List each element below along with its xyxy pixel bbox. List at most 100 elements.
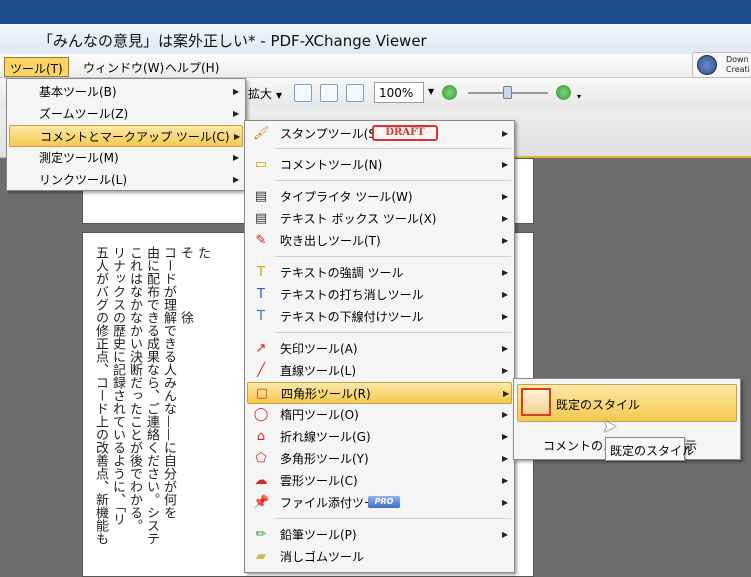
download-globe-icon bbox=[697, 55, 717, 75]
comment-menu-item-label: テキストの下線付けツール bbox=[280, 310, 424, 324]
menu-window[interactable]: ウィンドウ(W) bbox=[78, 57, 169, 77]
comment-menu-item-label: 消しゴムツール bbox=[280, 550, 365, 564]
tools-menu-item-label: コメントとマークアップ ツール(C) bbox=[40, 130, 230, 144]
attachment-pin-icon: 📌 bbox=[253, 495, 270, 510]
window-title: 「みんなの意見」は案外正しい* - PDF-XChange Viewer bbox=[38, 32, 427, 50]
menu-separator bbox=[275, 332, 511, 333]
comment-menu-item-label: 矢印ツール(A) bbox=[280, 342, 358, 356]
textbox-icon: ▤ bbox=[254, 211, 268, 226]
actual-size-icon[interactable] bbox=[294, 84, 312, 102]
comment-menu-item-label: 四角形ツール(R) bbox=[281, 387, 371, 401]
window-top-strip bbox=[0, 0, 751, 24]
tools-menu-item[interactable]: コメントとマークアップ ツール(C) ▶ bbox=[9, 125, 243, 147]
zoom-label[interactable]: 拡大 ▼ bbox=[248, 85, 282, 102]
underline-icon: T bbox=[257, 309, 265, 324]
comment-menu-item-label: スタンプツール(S) bbox=[280, 127, 381, 141]
pencil-icon: ✏ bbox=[255, 527, 267, 542]
comment-menu-item[interactable]: ▤ テキスト ボックス ツール(X) ▶ bbox=[247, 208, 512, 230]
comment-menu-item[interactable]: ▭ コメントツール(N) ▶ bbox=[247, 154, 512, 176]
draft-stamp-preview: DRAFT bbox=[372, 125, 438, 141]
callout-icon: ✎ bbox=[255, 233, 267, 248]
menu-tools[interactable]: ツール(T) bbox=[4, 57, 69, 77]
comment-menu-item[interactable]: ⬠ 多角形ツール(Y) ▶ bbox=[247, 448, 512, 470]
cloud-tool-icon: ☁ bbox=[254, 473, 268, 488]
fit-width-icon[interactable] bbox=[346, 84, 364, 102]
menu-separator bbox=[275, 518, 511, 519]
zoom-in-icon[interactable] bbox=[556, 85, 571, 100]
comment-menu-item-label: タイプライタ ツール(W) bbox=[280, 190, 413, 204]
submenu-arrow-icon: ▶ bbox=[502, 344, 509, 353]
mouse-cursor-icon: ➤ bbox=[602, 416, 618, 437]
tools-menu-item[interactable]: 測定ツール(M) ▶ bbox=[9, 147, 243, 169]
comment-menu-item[interactable]: ⌂ 折れ線ツール(G) ▶ bbox=[247, 426, 512, 448]
comment-menu-item-label: コメントツール(N) bbox=[280, 158, 383, 172]
comment-menu-item[interactable]: ◯ 楕円ツール(O) ▶ bbox=[247, 404, 512, 426]
tools-menu-item-label: 基本ツール(B) bbox=[39, 85, 117, 99]
menu-separator bbox=[275, 180, 511, 181]
tools-menu-item[interactable]: リンクツール(L) ▶ bbox=[9, 169, 243, 191]
submenu-arrow-icon: ▶ bbox=[503, 389, 510, 398]
submenu-arrow-icon: ▶ bbox=[502, 160, 509, 169]
tools-menu: 基本ツール(B) ▶ ズームツール(Z) ▶ コメントとマークアップ ツール(C) ▶ 測定… bbox=[6, 78, 246, 191]
menu-separator bbox=[275, 256, 511, 257]
comment-menu-item-label: テキストの打ち消しツール bbox=[280, 288, 424, 302]
zoom-slider-thumb[interactable] bbox=[503, 86, 512, 99]
tools-menu-item[interactable]: 基本ツール(B) ▶ bbox=[9, 81, 243, 103]
fit-page-icon[interactable] bbox=[320, 84, 338, 102]
strikeout-icon: T bbox=[257, 287, 265, 302]
rectangle-style-swatch bbox=[521, 388, 551, 416]
comment-menu-item-label: 吹き出しツール(T) bbox=[280, 234, 381, 248]
arrow-tool-icon: ↗ bbox=[255, 341, 267, 356]
tooltip: 既定のスタイル bbox=[605, 437, 694, 461]
submenu-arrow-icon: ▶ bbox=[233, 175, 240, 184]
comment-menu-item[interactable]: ✏ 鉛筆ツール(P) ▶ bbox=[247, 524, 512, 546]
note-icon: ▭ bbox=[254, 157, 268, 172]
comment-menu-item-label: テキストの強調 ツール bbox=[280, 266, 404, 280]
submenu-arrow-icon: ▶ bbox=[502, 129, 509, 138]
comment-menu-item[interactable]: ▤ タイプライタ ツール(W) ▶ bbox=[247, 186, 512, 208]
submenu-arrow-icon: ▶ bbox=[502, 268, 509, 277]
comment-menu-item[interactable]: ▢ 四角形ツール(R) ▶ bbox=[247, 382, 512, 404]
comment-menu-item-label: テキスト ボックス ツール(X) bbox=[280, 212, 437, 226]
zoom-input[interactable]: 100% bbox=[374, 82, 424, 103]
menu-help[interactable]: ヘルプ(H) bbox=[160, 57, 224, 77]
polyline-tool-icon: ⌂ bbox=[256, 429, 266, 444]
submenu-arrow-icon: ▶ bbox=[502, 290, 509, 299]
rectangle-tool-icon: ▢ bbox=[255, 386, 269, 401]
highlight-text-icon: T bbox=[257, 265, 265, 280]
comment-menu-item-label: 楕円ツール(O) bbox=[280, 408, 359, 422]
comment-menu-item[interactable]: T テキストの強調 ツール ▶ bbox=[247, 262, 512, 284]
submenu-arrow-icon: ▶ bbox=[502, 530, 509, 539]
submenu-arrow-icon: ▶ bbox=[502, 476, 509, 485]
comment-menu-item-label: 折れ線ツール(G) bbox=[280, 430, 371, 444]
typewriter-icon: ▤ bbox=[254, 189, 268, 204]
tools-menu-item-label: リンクツール(L) bbox=[39, 173, 128, 187]
comment-menu-item[interactable]: ✎ 吹き出しツール(T) ▶ bbox=[247, 230, 512, 252]
zoom-out-icon[interactable] bbox=[442, 85, 457, 100]
pro-badge: PRO bbox=[368, 496, 400, 508]
comment-menu-item[interactable]: ▰ 消しゴムツール bbox=[247, 546, 512, 568]
rect-submenu-default-label: 既定のスタイル bbox=[556, 398, 641, 412]
stamp-icon: 🖌 bbox=[253, 126, 270, 141]
submenu-arrow-icon: ▶ bbox=[502, 312, 509, 321]
submenu-arrow-icon: ▶ bbox=[502, 454, 509, 463]
eraser-icon: ▰ bbox=[256, 549, 266, 564]
comment-menu-item[interactable]: ╱ 直線ツール(L) ▶ bbox=[247, 360, 512, 382]
zoom-value-dropdown-icon[interactable]: ▼ bbox=[428, 87, 434, 96]
comment-menu-item[interactable]: T テキストの打ち消しツール ▶ bbox=[247, 284, 512, 306]
submenu-arrow-icon: ▶ bbox=[233, 109, 240, 118]
comment-menu-item[interactable]: T テキストの下線付けツール ▶ bbox=[247, 306, 512, 328]
zoom-dropdown-icon: ▼ bbox=[275, 91, 282, 100]
toolbar-accent-line bbox=[513, 156, 751, 158]
document-vertical-text: た そ 徐 コードが理解できる人みんな——に自分が何を 由に配布できる成果なら、… bbox=[93, 246, 210, 545]
tools-menu-item[interactable]: ズームツール(Z) ▶ bbox=[9, 103, 243, 125]
comment-menu-item-label: 多角形ツール(Y) bbox=[280, 452, 369, 466]
comment-menu-item-label: 雲形ツール(C) bbox=[280, 474, 358, 488]
submenu-arrow-icon: ▶ bbox=[502, 192, 509, 201]
toolbar-overflow-icon[interactable]: ▾ bbox=[577, 92, 581, 101]
submenu-arrow-icon: ▶ bbox=[502, 236, 509, 245]
submenu-arrow-icon: ▶ bbox=[502, 214, 509, 223]
download-label: Down Creati bbox=[726, 55, 750, 74]
comment-menu-item[interactable]: ↗ 矢印ツール(A) ▶ bbox=[247, 338, 512, 360]
comment-menu-item[interactable]: ☁ 雲形ツール(C) ▶ bbox=[247, 470, 512, 492]
